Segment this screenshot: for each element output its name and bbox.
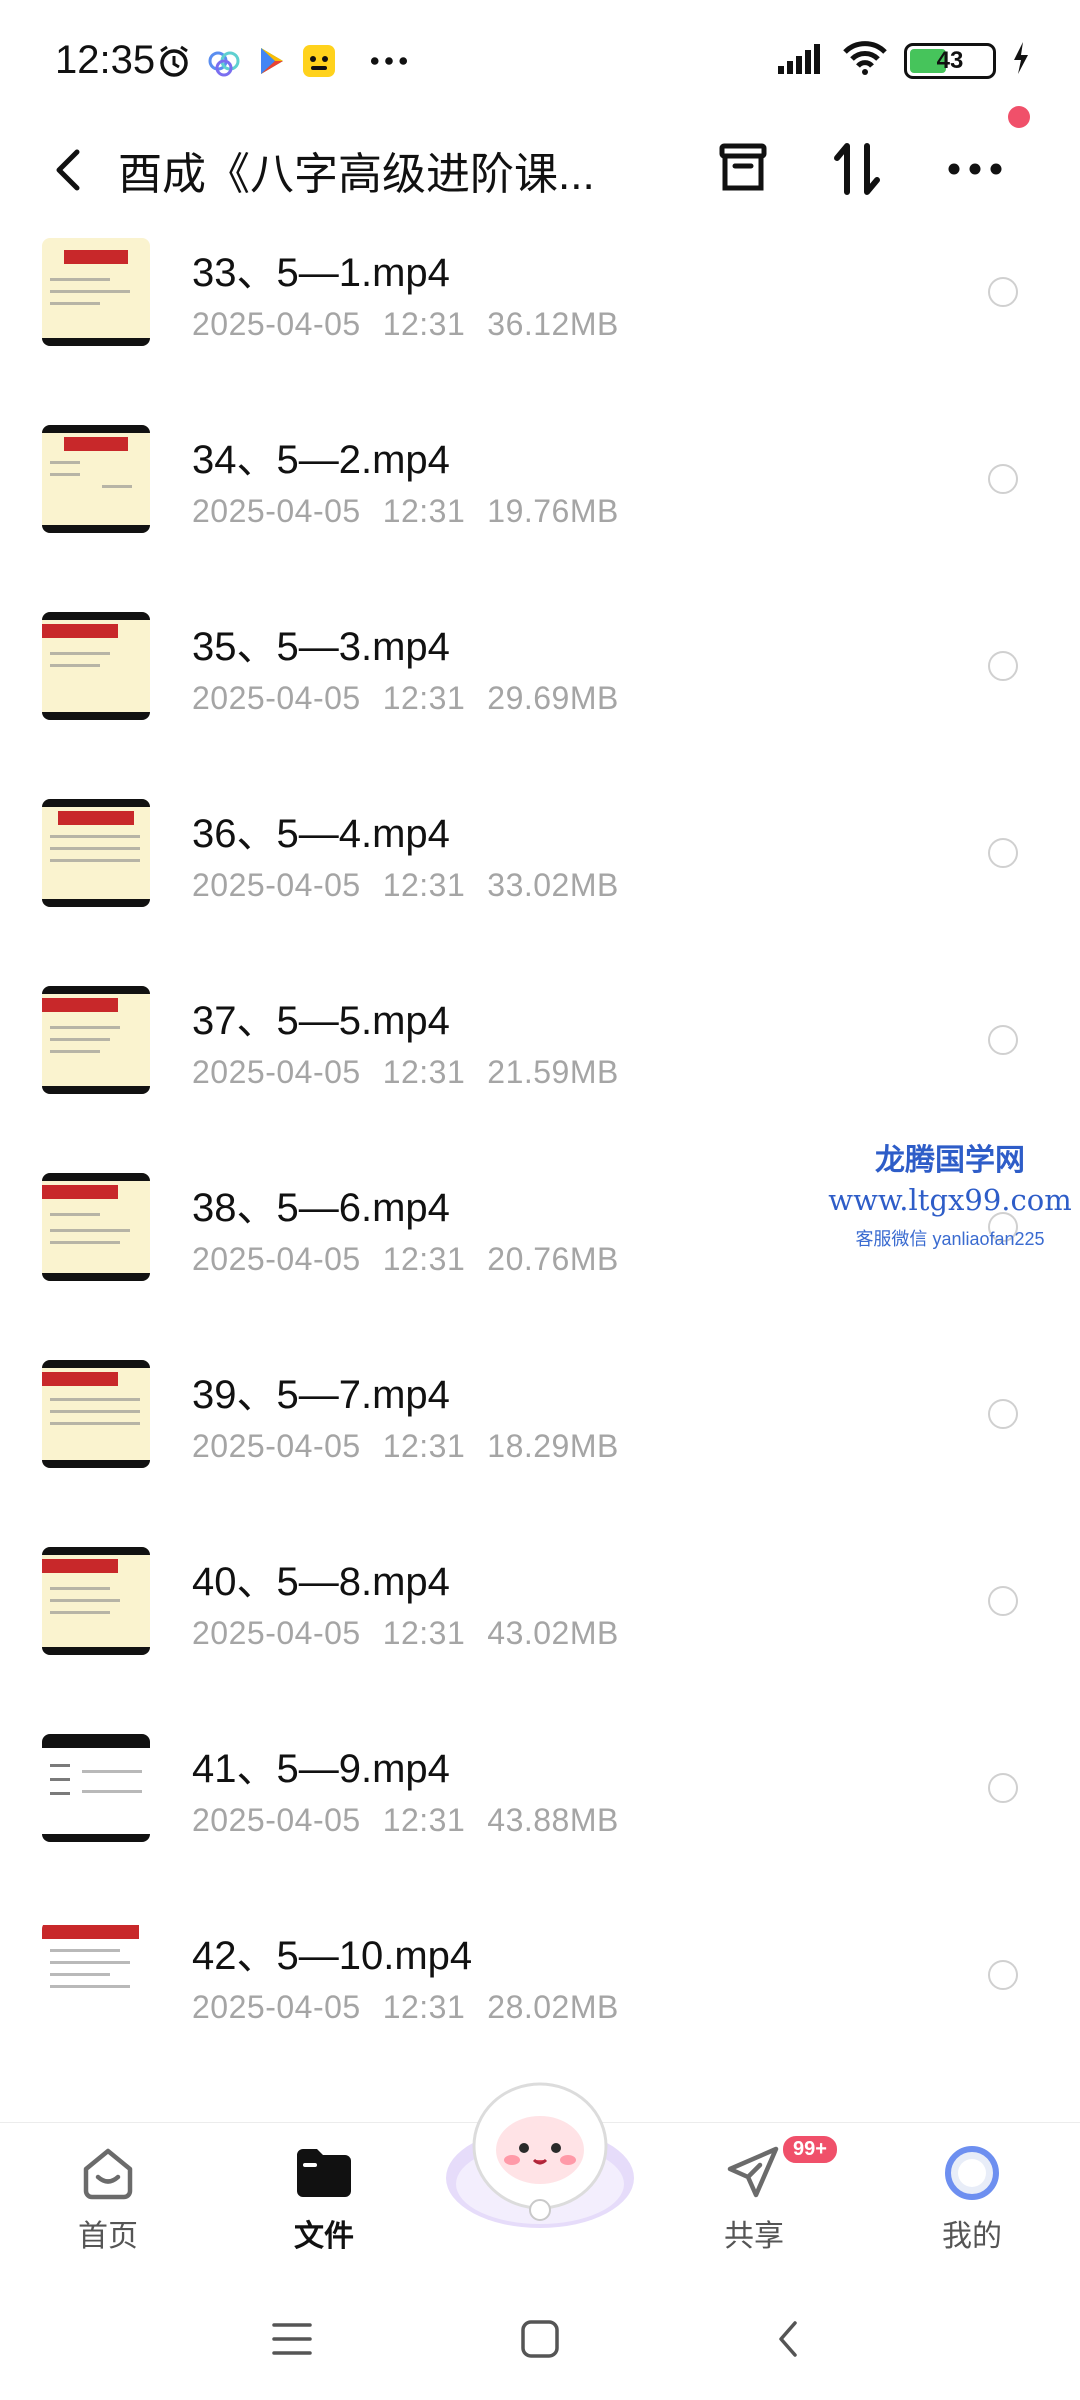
nav-files[interactable]: 文件 (254, 2141, 394, 2255)
file-name: 34、5—2.mp4 (192, 438, 450, 482)
file-meta: 2025-04-05 12:31 20.76MB (192, 1241, 619, 1277)
file-row[interactable]: 41、5—9.mp4 2025-04-05 12:31 43.88MB (0, 1716, 1080, 1903)
yellow-app-icon (300, 42, 338, 80)
menu-button[interactable] (262, 2314, 322, 2364)
sort-icon (834, 143, 880, 195)
mascot-button[interactable] (440, 2068, 640, 2238)
nav-home-label: 首页 (78, 2220, 138, 2253)
watermark-url: www.ltgx99.com (828, 1183, 1072, 1217)
file-row[interactable]: 39、5—7.mp4 2025-04-05 12:31 18.29MB (0, 1342, 1080, 1529)
file-meta: 2025-04-05 12:31 21.59MB (192, 1054, 619, 1090)
chevron-left-icon (56, 149, 80, 191)
charging-icon (1012, 42, 1030, 79)
paper-plane-icon (722, 2141, 786, 2205)
file-meta: 2025-04-05 12:31 29.69MB (192, 680, 619, 716)
video-thumbnail (42, 612, 150, 720)
alarm-icon (155, 42, 193, 80)
file-name: 42、5—10.mp4 (192, 1934, 473, 1978)
video-thumbnail (42, 1360, 150, 1468)
nav-me-label: 我的 (942, 2220, 1002, 2253)
select-radio[interactable] (988, 464, 1018, 494)
watermark-contact: 客服微信 yanliaofan225 (855, 1229, 1045, 1249)
astronaut-mascot-icon (446, 2082, 634, 2228)
nav-home[interactable]: 首页 (38, 2141, 178, 2255)
page-title: 酉成《八字高级进阶课... (118, 150, 595, 199)
home-system-button[interactable] (510, 2314, 570, 2364)
video-thumbnail (42, 1921, 150, 2029)
file-meta: 2025-04-05 12:31 18.29MB (192, 1428, 619, 1464)
file-meta: 2025-04-05 12:31 33.02MB (192, 867, 619, 903)
cloud-app-icon (205, 42, 243, 80)
file-row[interactable]: 42、5—10.mp4 2025-04-05 12:31 28.02MB (0, 1903, 1080, 2090)
play-store-icon (253, 42, 291, 80)
file-name: 36、5—4.mp4 (192, 812, 450, 856)
file-meta: 2025-04-05 12:31 19.76MB (192, 493, 619, 529)
select-radio[interactable] (988, 651, 1018, 681)
more-notifications-icon (370, 42, 408, 80)
back-button[interactable] (40, 140, 96, 200)
signal-icon (778, 42, 826, 79)
sort-button[interactable] (822, 134, 892, 204)
archive-button[interactable] (708, 134, 778, 204)
select-radio[interactable] (988, 1960, 1018, 1990)
file-row[interactable]: 40、5—8.mp4 2025-04-05 12:31 43.02MB (0, 1529, 1080, 1716)
file-name: 41、5—9.mp4 (192, 1747, 450, 1791)
notification-dot (1008, 106, 1030, 128)
nav-share[interactable]: 共享 99+ (684, 2133, 840, 2255)
home-icon (76, 2141, 140, 2205)
file-meta: 2025-04-05 12:31 43.88MB (192, 1802, 619, 1838)
watermark-title: 龙腾国学网 (875, 1144, 1025, 1177)
status-time: 12:35 (55, 38, 156, 82)
system-nav-bar (0, 2274, 1080, 2400)
file-name: 33、5—1.mp4 (192, 251, 450, 295)
file-meta: 2025-04-05 12:31 36.12MB (192, 306, 619, 342)
video-thumbnail (42, 425, 150, 533)
file-row[interactable]: 33、5—1.mp4 2025-04-05 12:31 36.12MB (0, 220, 1080, 407)
file-row[interactable]: 37、5—5.mp4 2025-04-05 12:31 21.59MB (0, 968, 1080, 1155)
file-meta: 2025-04-05 12:31 28.02MB (192, 1989, 619, 2025)
more-icon (948, 163, 1002, 175)
menu-icon (272, 2323, 312, 2355)
wifi-icon (842, 40, 888, 81)
video-thumbnail (42, 799, 150, 907)
folder-icon (292, 2141, 356, 2205)
select-radio[interactable] (988, 277, 1018, 307)
select-radio[interactable] (988, 1399, 1018, 1429)
nav-me[interactable]: 我的 (902, 2141, 1042, 2255)
file-row[interactable]: 36、5—4.mp4 2025-04-05 12:31 33.02MB (0, 781, 1080, 968)
video-thumbnail (42, 1734, 150, 1842)
app-header: 酉成《八字高级进阶课... (0, 120, 1080, 220)
select-radio[interactable] (988, 1586, 1018, 1616)
video-thumbnail (42, 1173, 150, 1281)
file-row[interactable]: 34、5—2.mp4 2025-04-05 12:31 19.76MB (0, 407, 1080, 594)
file-name: 38、5—6.mp4 (192, 1186, 450, 1230)
archive-icon (719, 143, 767, 191)
square-icon (521, 2320, 559, 2358)
select-radio[interactable] (988, 1773, 1018, 1803)
video-thumbnail (42, 1547, 150, 1655)
watermark: 龙腾国学网 www.ltgx99.com 客服微信 yanliaofan225 (820, 1135, 1080, 1251)
video-thumbnail (42, 986, 150, 1094)
nav-share-label: 共享 (724, 2220, 784, 2253)
profile-icon (940, 2141, 1004, 2205)
share-badge: 99+ (780, 2133, 840, 2166)
select-radio[interactable] (988, 838, 1018, 868)
file-row[interactable]: 35、5—3.mp4 2025-04-05 12:31 29.69MB (0, 594, 1080, 781)
file-name: 40、5—8.mp4 (192, 1560, 450, 1604)
nav-files-label: 文件 (294, 2220, 354, 2253)
select-radio[interactable] (988, 1025, 1018, 1055)
file-name: 37、5—5.mp4 (192, 999, 450, 1043)
back-icon (779, 2321, 797, 2357)
status-bar: 12:35 43 (0, 0, 1080, 120)
file-meta: 2025-04-05 12:31 43.02MB (192, 1615, 619, 1651)
file-name: 39、5—7.mp4 (192, 1373, 450, 1417)
video-thumbnail (42, 238, 150, 346)
more-button[interactable] (940, 134, 1010, 204)
back-system-button[interactable] (758, 2314, 818, 2364)
file-name: 35、5—3.mp4 (192, 625, 450, 669)
battery-indicator: 43 (904, 42, 996, 79)
